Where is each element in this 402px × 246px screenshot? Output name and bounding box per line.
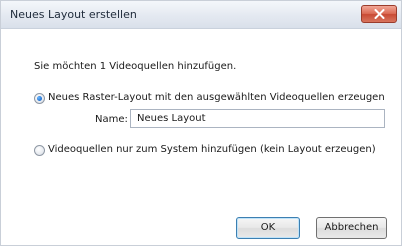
radio-create-layout[interactable] <box>34 93 45 104</box>
radio-create-layout-label[interactable]: Neues Raster-Layout mit den ausgewählten… <box>48 92 385 103</box>
name-label: Name: <box>95 114 128 125</box>
cancel-button[interactable]: Abbrechen <box>316 217 387 239</box>
prompt-text: Sie möchten 1 Videoquellen hinzufügen. <box>34 61 237 72</box>
ok-button[interactable]: OK <box>236 217 300 239</box>
close-x-icon <box>374 9 385 19</box>
title-bar[interactable]: Neues Layout erstellen <box>1 1 401 29</box>
close-button[interactable] <box>361 5 397 23</box>
name-input[interactable] <box>130 109 385 128</box>
dialog-content: Sie möchten 1 Videoquellen hinzufügen. N… <box>1 30 401 245</box>
radio-selected-dot <box>37 96 42 101</box>
dialog-window: Neues Layout erstellen Sie möchten 1 Vid… <box>0 0 402 246</box>
window-title: Neues Layout erstellen <box>10 8 137 21</box>
radio-system-only-label[interactable]: Videoquellen nur zum System hinzufügen (… <box>48 144 376 155</box>
radio-system-only[interactable] <box>34 145 45 156</box>
